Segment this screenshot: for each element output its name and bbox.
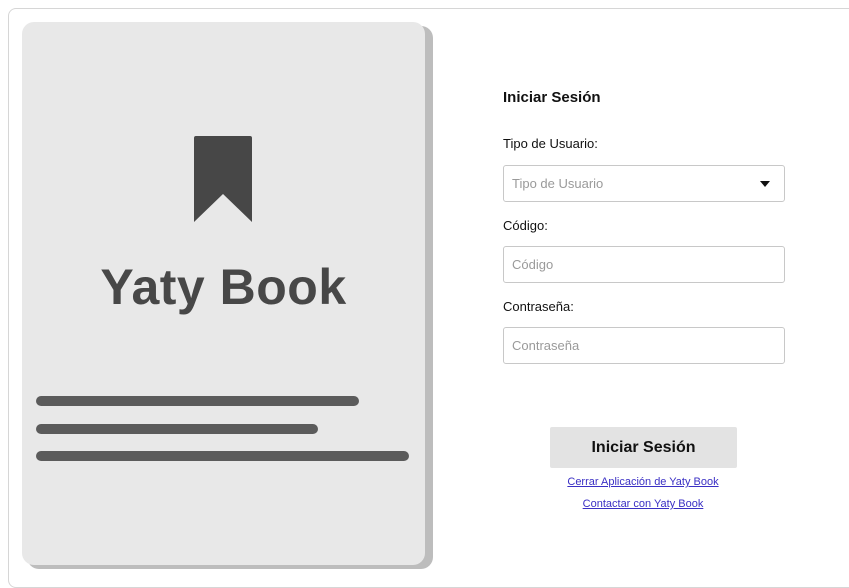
decorative-line: [36, 451, 409, 461]
contact-link[interactable]: Contactar con Yaty Book: [543, 498, 743, 510]
bookmark-icon: [194, 136, 252, 222]
password-field-wrapper: [503, 327, 785, 364]
password-label: Contraseña:: [503, 299, 574, 314]
form-title: Iniciar Sesión: [503, 89, 601, 106]
close-app-link[interactable]: Cerrar Aplicación de Yaty Book: [543, 476, 743, 488]
user-type-placeholder: Tipo de Usuario: [512, 176, 604, 191]
caret-down-icon: [760, 181, 770, 187]
code-field-wrapper: [503, 246, 785, 283]
code-label: Código:: [503, 218, 548, 233]
user-type-label: Tipo de Usuario:: [503, 136, 598, 151]
password-input[interactable]: [504, 328, 784, 363]
decorative-line: [36, 424, 318, 434]
code-input[interactable]: [504, 247, 784, 282]
user-type-select[interactable]: Tipo de Usuario: [503, 165, 785, 202]
decorative-line: [36, 396, 359, 406]
login-button[interactable]: Iniciar Sesión: [550, 427, 737, 468]
brand-title: Yaty Book: [100, 259, 347, 315]
book-cover-panel: Yaty Book: [22, 22, 425, 565]
